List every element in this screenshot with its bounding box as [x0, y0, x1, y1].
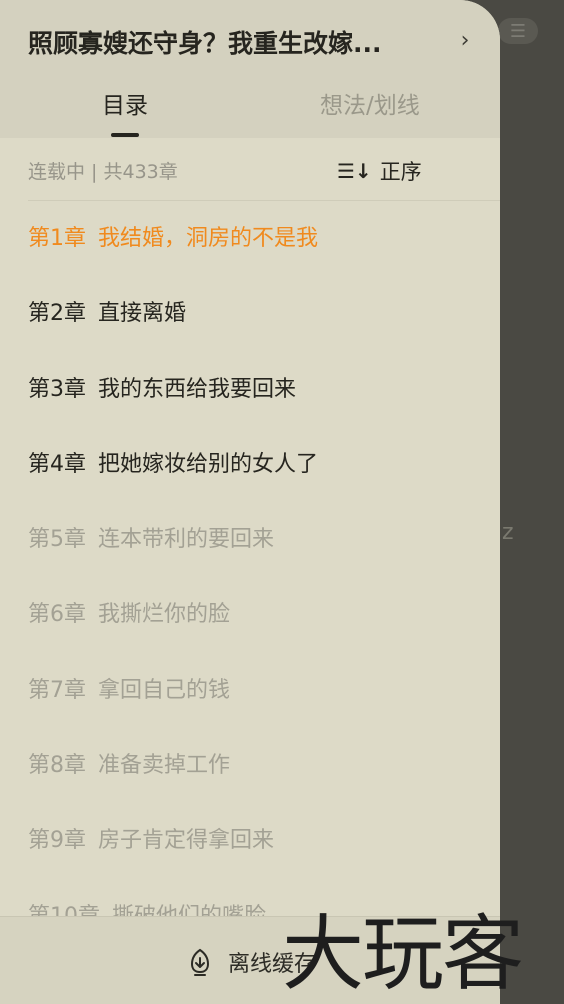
chapter-item[interactable]: 第3章 我的东西给我要回来 — [28, 373, 488, 448]
chapter-item[interactable]: 第7章 拿回自己的钱 — [28, 674, 488, 749]
chevron-right-icon[interactable]: › — [455, 28, 475, 56]
chapter-item[interactable]: 第2章 直接离婚 — [28, 297, 488, 372]
serial-status-text: 连载中 | 共433章 — [28, 161, 178, 183]
book-title[interactable]: 照顾寡嫂还守身？我重生改嫁... — [28, 24, 428, 60]
menu-icon: ☰ — [498, 18, 538, 44]
chapter-number: 第7章 — [28, 677, 86, 703]
chapter-number: 第5章 — [28, 527, 86, 553]
chapter-number: 第8章 — [28, 753, 86, 779]
table-of-contents-drawer: 照顾寡嫂还守身？我重生改嫁... › 目录 想法/划线 连载中 | 共433章 … — [0, 0, 500, 1004]
drawer-header: 照顾寡嫂还守身？我重生改嫁... › 目录 想法/划线 — [0, 0, 500, 138]
chapter-title: 把她嫁妆给别的女人了 — [98, 451, 319, 477]
chapter-title: 拿回自己的钱 — [98, 677, 231, 703]
sort-order-button[interactable]: ☰↓ 正序 — [337, 156, 422, 186]
background-text-fragment: z — [502, 520, 514, 545]
toc-meta-row: 连载中 | 共433章 ☰↓ 正序 — [28, 156, 472, 186]
sort-icon: ☰↓ — [337, 159, 372, 183]
tab-toc[interactable]: 目录 — [102, 86, 148, 126]
chapter-list: 第1章 我结婚，洞房的不是我 第2章 直接离婚 第3章 我的东西给我要回来 第4章 把她嫁妆给… — [28, 222, 488, 975]
chapter-item[interactable]: 第4章 把她嫁妆给别的女人了 — [28, 448, 488, 523]
watermark-logo: 大玩客 — [282, 907, 524, 1002]
tab-notes-highlights[interactable]: 想法/划线 — [320, 86, 420, 126]
chapter-title: 我撕烂你的脸 — [98, 602, 231, 628]
chapter-number: 第9章 — [28, 828, 86, 854]
chapter-item[interactable]: 第9章 房子肯定得拿回来 — [28, 824, 488, 899]
chapter-number: 第6章 — [28, 602, 86, 628]
chapter-title: 房子肯定得拿回来 — [98, 828, 275, 854]
divider — [28, 200, 500, 201]
chapter-item[interactable]: 第8章 准备卖掉工作 — [28, 749, 488, 824]
chapter-item[interactable]: 第5章 连本带利的要回来 — [28, 523, 488, 598]
chapter-title: 连本带利的要回来 — [98, 527, 275, 553]
chapter-title: 我结婚，洞房的不是我 — [98, 226, 319, 251]
active-tab-indicator — [111, 133, 139, 137]
chapter-number: 第3章 — [28, 376, 86, 402]
chapter-number: 第4章 — [28, 451, 86, 477]
sort-order-label: 正序 — [379, 160, 422, 184]
chapter-item[interactable]: 第6章 我撕烂你的脸 — [28, 598, 488, 673]
chapter-number: 第2章 — [28, 301, 86, 327]
download-icon — [190, 948, 210, 976]
chapter-title: 准备卖掉工作 — [98, 753, 231, 779]
chapter-item[interactable]: 第1章 我结婚，洞房的不是我 — [28, 222, 488, 297]
chapter-number: 第1章 — [28, 226, 86, 251]
chapter-title: 直接离婚 — [98, 301, 187, 327]
chapter-title: 我的东西给我要回来 — [98, 376, 297, 402]
